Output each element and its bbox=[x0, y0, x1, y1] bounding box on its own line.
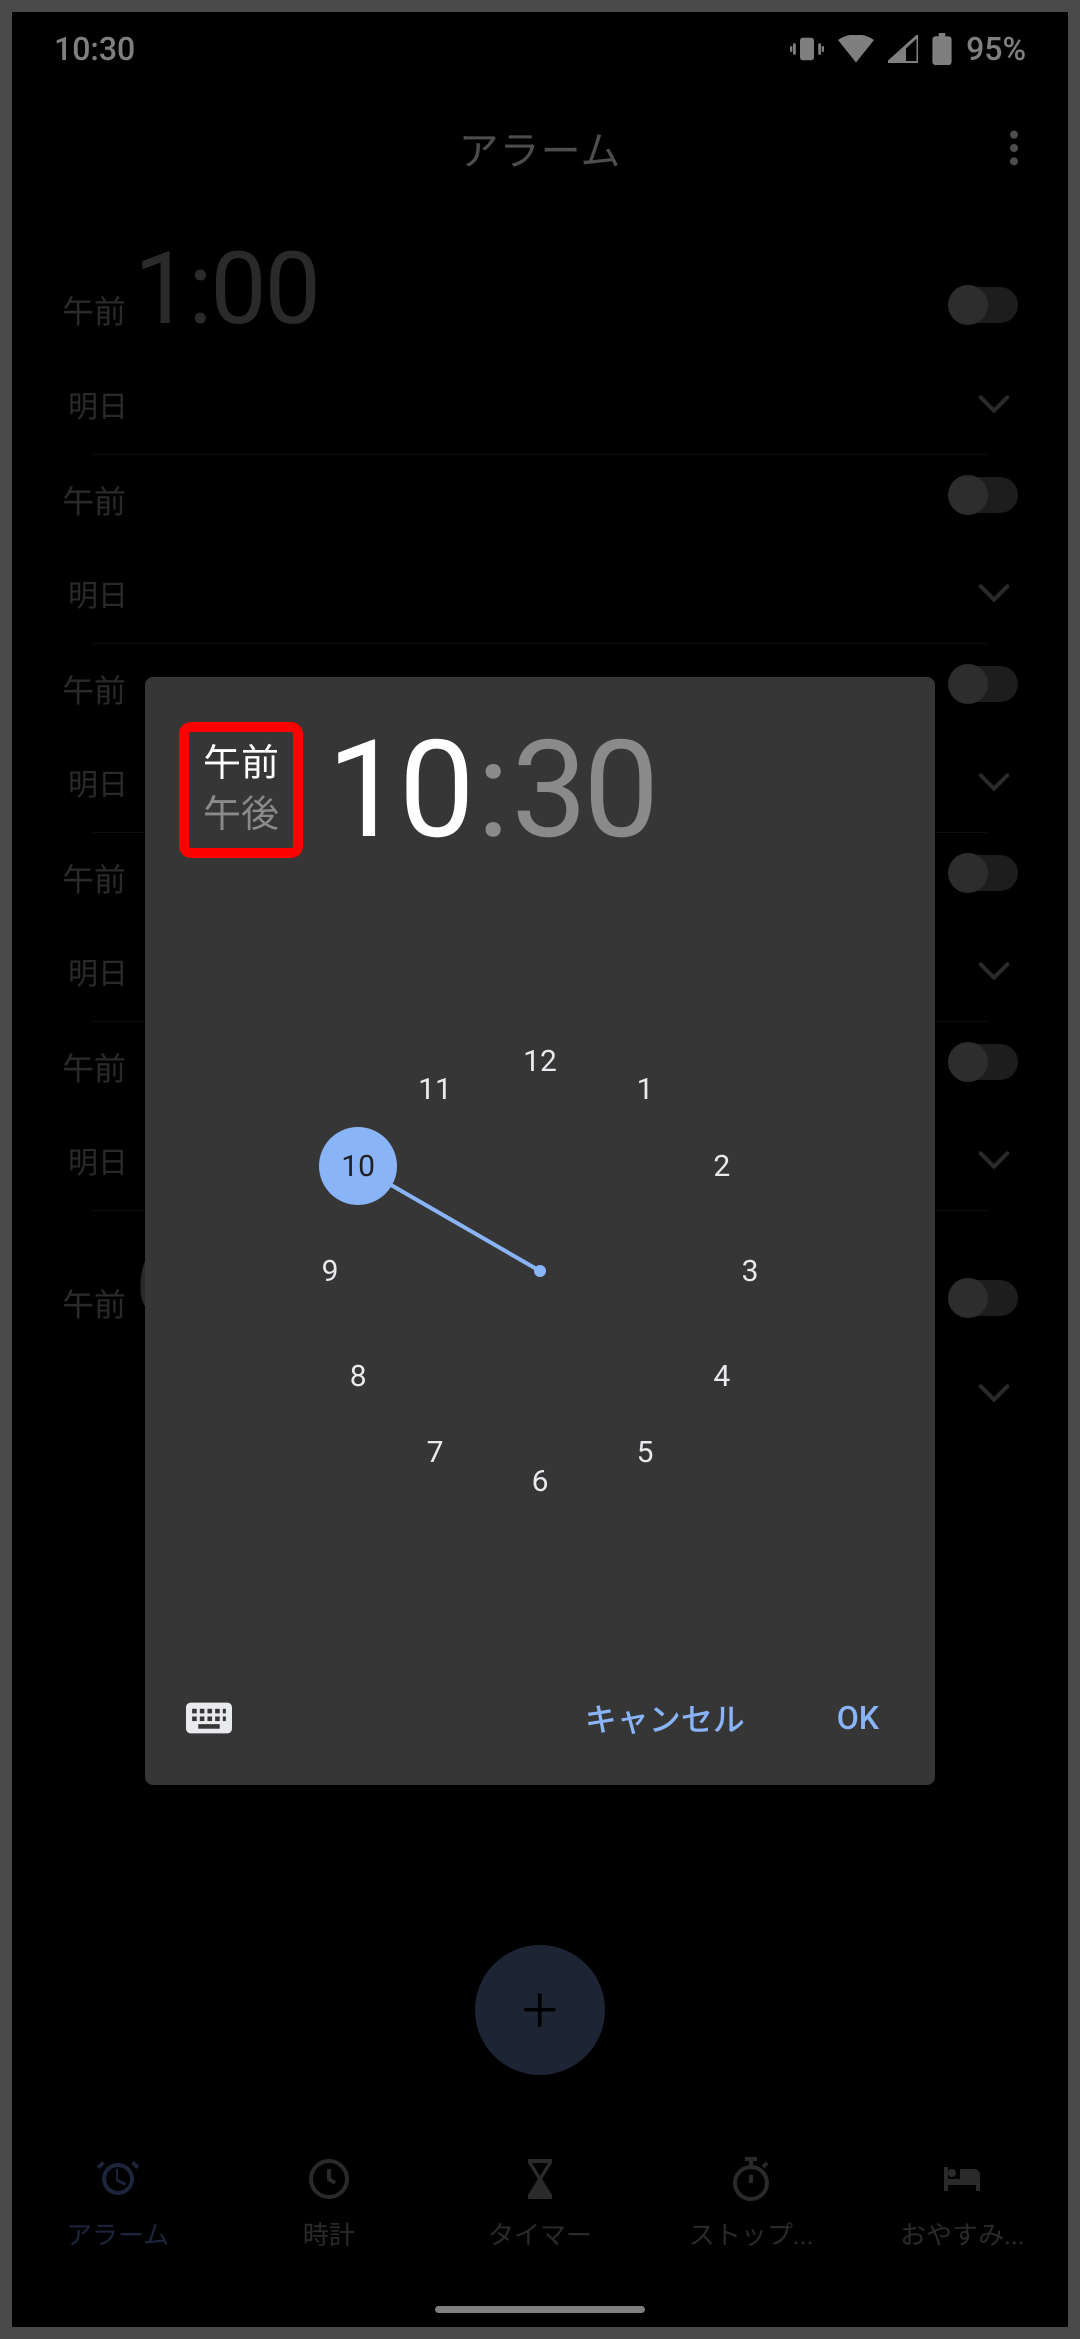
clock-face[interactable]: 12 12 3 45678 9 1011 bbox=[295, 1026, 785, 1516]
clock-hour-3[interactable]: 3 bbox=[720, 1241, 780, 1301]
clock-center bbox=[534, 1265, 546, 1277]
time-colon: : bbox=[477, 711, 506, 869]
clock-hour-5[interactable]: 5 bbox=[615, 1423, 675, 1483]
am-option[interactable]: 午前 bbox=[203, 740, 279, 789]
clock-hour-1[interactable]: 1 bbox=[615, 1059, 675, 1119]
clock-hour-2[interactable]: 2 bbox=[692, 1136, 752, 1196]
clock-hour-7[interactable]: 7 bbox=[405, 1423, 465, 1483]
time-display: 10 : 30 bbox=[327, 711, 655, 869]
ampm-toggle-highlight: 午前 午後 bbox=[179, 722, 303, 859]
clock-hour-8[interactable]: 8 bbox=[328, 1346, 388, 1406]
minute-display[interactable]: 30 bbox=[511, 711, 655, 869]
clock-hour-9[interactable]: 9 bbox=[300, 1241, 360, 1301]
cancel-button[interactable]: キャンセル bbox=[559, 1681, 771, 1755]
clock-hour-11[interactable]: 11 bbox=[405, 1059, 465, 1119]
ok-button[interactable]: OK bbox=[811, 1685, 905, 1751]
clock-hour-selected[interactable]: 10 bbox=[319, 1127, 397, 1205]
time-picker-dialog: 午前 午後 10 : 30 121234567891011 bbox=[145, 677, 935, 1785]
clock-hour-12[interactable]: 12 bbox=[510, 1031, 570, 1091]
clock-hour-4[interactable]: 4 bbox=[692, 1346, 752, 1406]
pm-option[interactable]: 午後 bbox=[203, 791, 279, 840]
clock-hour-6[interactable]: 6 bbox=[510, 1451, 570, 1511]
hour-display[interactable]: 10 bbox=[327, 711, 471, 869]
keyboard-icon bbox=[186, 1702, 232, 1734]
keyboard-input-button[interactable] bbox=[183, 1698, 235, 1738]
